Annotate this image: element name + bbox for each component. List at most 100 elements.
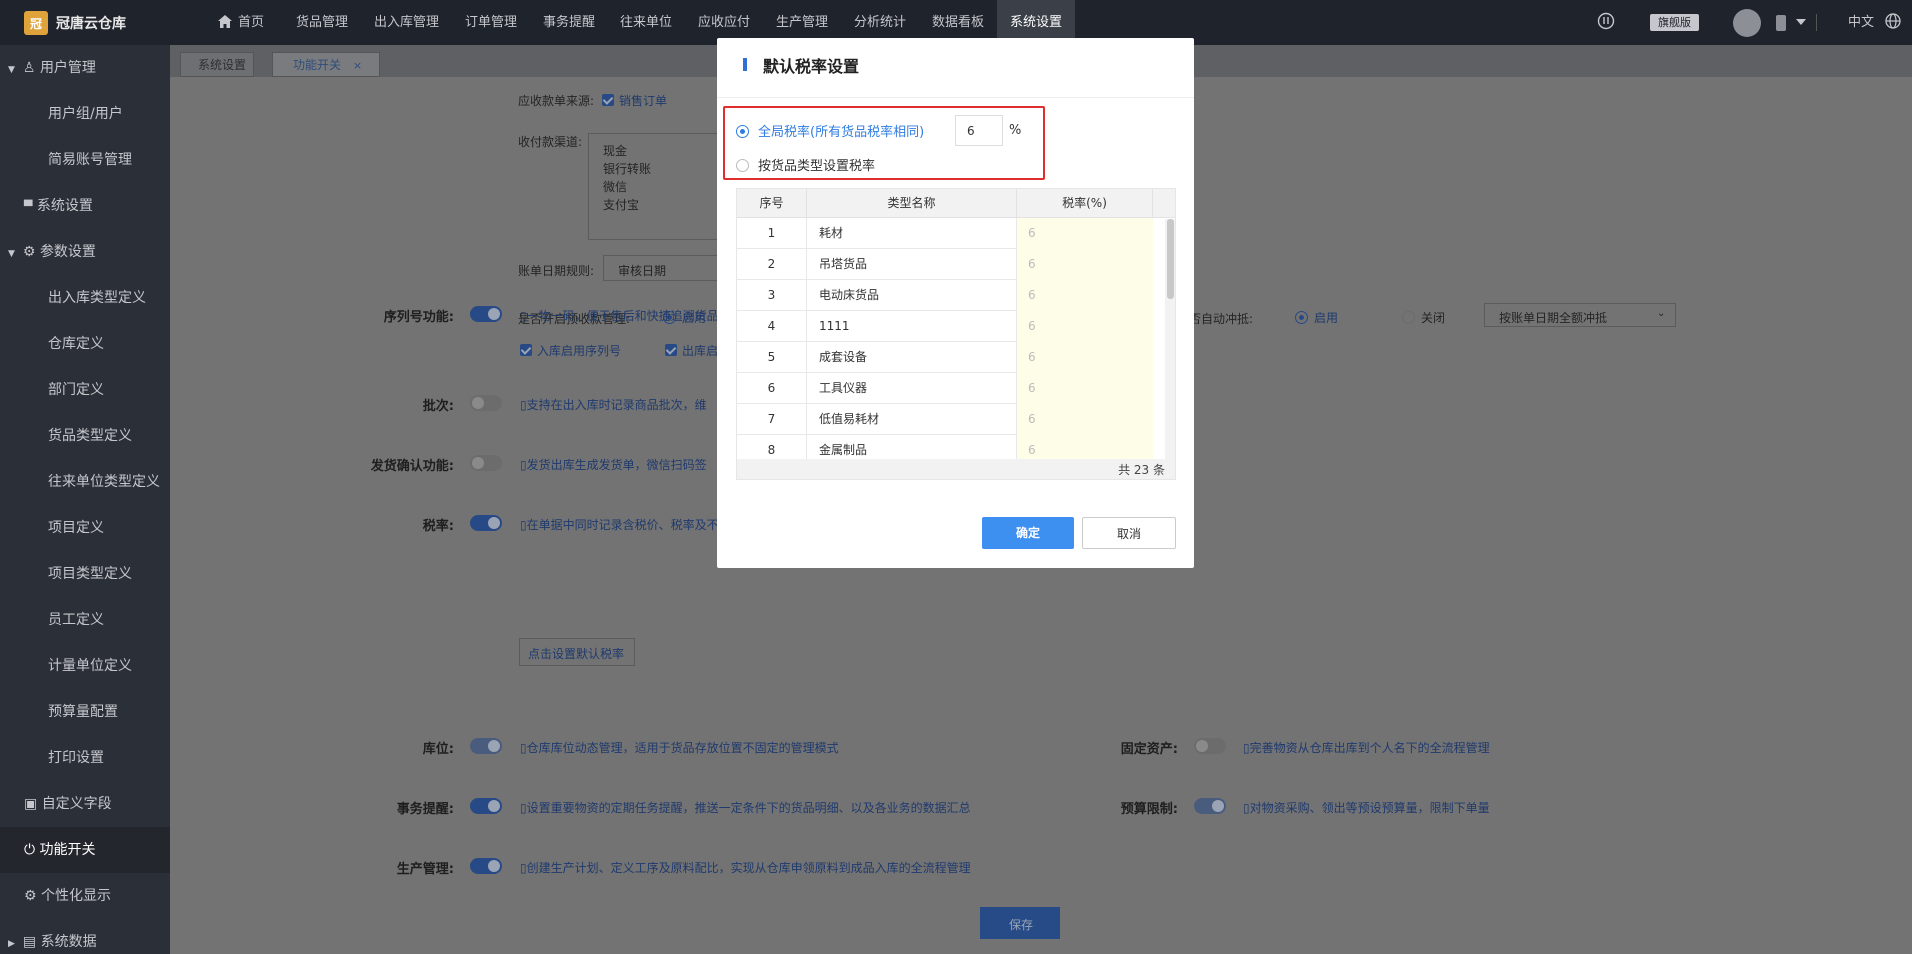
button-label: 点击设置默认税率 — [528, 647, 625, 661]
tab-system-settings[interactable]: 系统设置 — [180, 52, 254, 77]
row-no: 5 — [737, 342, 807, 373]
row-rate-input[interactable]: 6 — [1017, 373, 1153, 404]
confirm-button[interactable]: 确定 — [982, 517, 1074, 549]
doc-icon: ▯ — [520, 309, 527, 323]
document-icon[interactable] — [1776, 15, 1786, 31]
sidebar-item-budget[interactable]: 预算量配置 — [0, 689, 170, 735]
row-no: 6 — [737, 373, 807, 404]
power-icon: ⏻ — [24, 842, 36, 858]
bill-date-rule-label: 账单日期规则: — [518, 264, 595, 278]
fixed-asset-toggle[interactable] — [1194, 738, 1226, 754]
nav-inout[interactable]: 出入库管理 — [374, 0, 439, 45]
close-icon[interactable]: × — [353, 59, 362, 72]
language-selector[interactable]: 中文 — [1848, 0, 1874, 45]
sidebar-label: 系统设置 — [36, 198, 93, 214]
serial-out-checkbox[interactable]: 出库启 — [665, 342, 718, 359]
tax-toggle[interactable] — [470, 515, 502, 531]
nav-goods[interactable]: 货品管理 — [296, 0, 348, 45]
save-button[interactable]: 保存 — [980, 907, 1060, 939]
chevron-down-icon: ⌄ — [1657, 308, 1666, 319]
auto-offset-radio-on[interactable]: 启用 — [1295, 309, 1338, 326]
nav-partners[interactable]: 往来单位 — [620, 0, 672, 45]
title-accent-bar — [743, 58, 747, 71]
fixed-asset-desc: ▯完善物资从仓库出库到个人名下的全流程管理 — [1243, 741, 1490, 755]
row-rate-input[interactable]: 6 — [1017, 218, 1153, 249]
sidebar-item-goods-types[interactable]: 货品类型定义 — [0, 413, 170, 459]
sidebar-item-user-groups[interactable]: 用户组/用户 — [0, 91, 170, 137]
app-logo[interactable]: 冠 冠唐云仓库 — [24, 11, 126, 35]
sidebar-item-print[interactable]: 打印设置 — [0, 735, 170, 781]
sidebar-item-personalization[interactable]: ⚙ 个性化显示 — [0, 873, 170, 919]
tab-feature-switches[interactable]: 功能开关 × — [272, 52, 380, 77]
reminder-toggle[interactable] — [470, 798, 502, 814]
sidebar-item-units[interactable]: 计量单位定义 — [0, 643, 170, 689]
receivable-source-checkbox[interactable]: 销售订单 — [602, 92, 667, 109]
nav-reminders[interactable]: 事务提醒 — [543, 0, 595, 45]
auto-offset-select[interactable]: 按账单日期全额冲抵 ⌄ — [1484, 303, 1676, 327]
column-header-type: 类型名称 — [807, 189, 1017, 218]
location-toggle[interactable] — [470, 738, 502, 754]
nav-home[interactable]: 首页 — [218, 0, 264, 45]
row-no: 2 — [737, 249, 807, 280]
scrollbar-thumb[interactable] — [1167, 219, 1174, 299]
table-scrollbar[interactable] — [1165, 219, 1175, 459]
sidebar-item-partner-types[interactable]: 往来单位类型定义 — [0, 459, 170, 505]
row-rate-input[interactable]: 6 — [1017, 249, 1153, 280]
auto-offset-radio-off[interactable]: 关闭 — [1402, 309, 1445, 326]
row-no: 3 — [737, 280, 807, 311]
row-no: 1 — [737, 218, 807, 249]
serial-label: 序列号功能: — [383, 310, 454, 325]
payment-channels-label: 收付款渠道: — [518, 135, 583, 149]
sidebar-item-employees[interactable]: 员工定义 — [0, 597, 170, 643]
gear-icon: ⚙ — [24, 888, 37, 904]
row-rate-input[interactable]: 6 — [1017, 342, 1153, 373]
ship-confirm-toggle[interactable] — [470, 455, 502, 471]
production-toggle[interactable] — [470, 858, 502, 874]
sidebar-label: 用户管理 — [39, 60, 96, 76]
column-header-spacer — [1153, 189, 1175, 218]
payment-channels-list[interactable]: 现金 银行转账 微信 支付宝 — [588, 133, 718, 240]
sidebar-item-feature-switches[interactable]: ⏻ 功能开关 — [0, 827, 170, 873]
sidebar: ▼ ♙ 用户管理 用户组/用户 简易账号管理 ▀ 系统设置 ▼ ⚙ 参数设置 出入库… — [0, 45, 170, 954]
sidebar-item-system-settings[interactable]: ▀ 系统设置 — [0, 183, 170, 229]
production-desc: ▯创建生产计划、定义工序及原料配比，实现从仓库申领原料到成品入库的全流程管理 — [520, 861, 971, 875]
row-rate-input[interactable]: 6 — [1017, 404, 1153, 435]
sidebar-item-warehouses[interactable]: 仓库定义 — [0, 321, 170, 367]
radio-icon — [736, 125, 749, 138]
row-no: 7 — [737, 404, 807, 435]
bill-date-rule-select[interactable]: 审核日期 — [603, 255, 721, 281]
sidebar-label: 个性化显示 — [41, 888, 112, 904]
headset-icon[interactable] — [1597, 0, 1615, 45]
serial-toggle[interactable] — [470, 306, 502, 322]
sidebar-label: 参数设置 — [39, 244, 96, 260]
sidebar-item-user-management[interactable]: ▼ ♙ 用户管理 — [0, 45, 170, 91]
sidebar-item-custom-fields[interactable]: ▣ 自定义字段 — [0, 781, 170, 827]
cancel-button[interactable]: 取消 — [1082, 517, 1176, 549]
nav-orders[interactable]: 订单管理 — [465, 0, 517, 45]
select-value: 审核日期 — [618, 264, 667, 278]
row-rate-input[interactable]: 6 — [1017, 280, 1153, 311]
serial-in-checkbox[interactable]: 入库启用序列号 — [520, 342, 621, 359]
budget-toggle[interactable] — [1194, 798, 1226, 814]
set-default-tax-button[interactable]: 点击设置默认税率 — [519, 638, 635, 666]
globe-icon[interactable] — [1885, 0, 1901, 45]
sidebar-item-system-data[interactable]: ▶ ▤ 系统数据 — [0, 919, 170, 954]
row-type: 电动床货品 — [807, 280, 1017, 311]
sidebar-item-parameters[interactable]: ▼ ⚙ 参数设置 — [0, 229, 170, 275]
channel-item: 现金 — [603, 144, 628, 158]
sidebar-item-simple-accounts[interactable]: 简易账号管理 — [0, 137, 170, 183]
budget-label: 预算限制: — [1120, 802, 1178, 817]
sidebar-item-departments[interactable]: 部门定义 — [0, 367, 170, 413]
ship-confirm-label: 发货确认功能: — [370, 459, 454, 474]
by-type-rate-radio[interactable]: 按货品类型设置税率 — [736, 155, 875, 174]
chevron-down-icon[interactable] — [1796, 0, 1806, 45]
row-rate-input[interactable]: 6 — [1017, 311, 1153, 342]
avatar[interactable] — [1733, 9, 1761, 37]
sidebar-item-inout-types[interactable]: 出入库类型定义 — [0, 275, 170, 321]
row-type: 耗材 — [807, 218, 1017, 249]
global-rate-radio[interactable]: 全局税率(所有货品税率相同) — [736, 121, 924, 140]
sidebar-item-project-types[interactable]: 项目类型定义 — [0, 551, 170, 597]
sidebar-item-projects[interactable]: 项目定义 — [0, 505, 170, 551]
batch-toggle[interactable] — [470, 395, 502, 411]
global-rate-input[interactable] — [955, 115, 1003, 146]
